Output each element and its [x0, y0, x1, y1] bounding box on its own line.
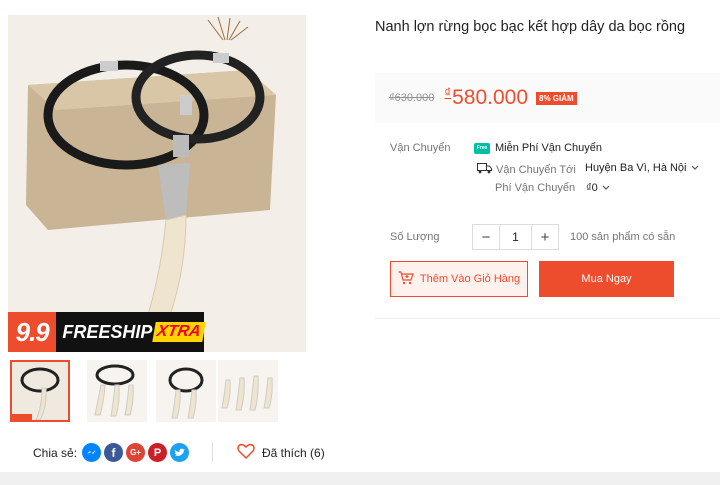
truck-icon	[477, 162, 492, 177]
thumbnail-4[interactable]	[218, 360, 278, 422]
share-row: Chia sẻ: f G+ P	[33, 443, 192, 462]
twitter-icon[interactable]	[170, 443, 190, 462]
shipping-label: Vận Chuyển	[390, 142, 451, 154]
divider	[375, 318, 720, 319]
increase-button[interactable]: +	[532, 225, 558, 249]
add-to-cart-label: Thêm Vào Giỏ Hàng	[419, 273, 521, 285]
promo-banner: 9.9 FREESHIP XTRA	[8, 312, 206, 352]
price-box: ₫630.000 ₫ 580.000 8% GIẢM	[375, 73, 720, 123]
shipping-fee-label: Phí Vận Chuyển	[495, 182, 576, 194]
share-divider	[212, 442, 213, 462]
product-photo	[8, 15, 306, 352]
heart-icon	[237, 443, 255, 462]
decrease-button[interactable]: −	[473, 225, 499, 249]
promo-number: 9.9	[8, 312, 57, 352]
shipping-fee-value: ₫0	[586, 182, 598, 194]
promo-text: FREESHIP	[62, 321, 153, 342]
buy-now-button[interactable]: Mua Ngay	[539, 261, 674, 297]
share-label: Chia sẻ:	[33, 445, 78, 460]
quantity-stepper: − 1 +	[472, 224, 559, 250]
free-shipping-icon: Free	[474, 142, 490, 154]
chevron-down-icon	[691, 162, 699, 174]
ship-to-selector[interactable]: Huyện Ba Vì, Hà Nội	[585, 162, 699, 174]
ship-to-row: Vận Chuyển Tới	[477, 162, 576, 177]
quantity-input[interactable]: 1	[499, 225, 532, 249]
cart-add-icon	[398, 270, 414, 288]
old-price: ₫630.000	[389, 92, 435, 104]
ship-to-value: Huyện Ba Vì, Hà Nội	[585, 162, 687, 174]
messenger-icon[interactable]	[82, 443, 102, 462]
pinterest-icon[interactable]: P	[148, 443, 168, 462]
shipping-fee-selector[interactable]: ₫0	[586, 182, 610, 194]
like-button[interactable]: Đã thích (6)	[237, 443, 325, 462]
product-title: Nanh lợn rừng bọc bạc kết hợp dây da bọc…	[375, 19, 686, 35]
thumbnail-2[interactable]	[87, 360, 147, 422]
promo-xtra: XTRA	[152, 322, 206, 342]
current-price: ₫ 580.000	[444, 85, 529, 110]
google-plus-icon[interactable]: G+	[126, 443, 146, 462]
free-shipping-row: Free Miễn Phí Vận Chuyển	[474, 142, 602, 154]
product-page: 9.9 FREESHIP XTRA Chia sẻ: f G+ P Đã thí…	[0, 0, 720, 472]
chevron-down-icon	[602, 182, 610, 194]
discount-badge: 8% GIẢM	[536, 91, 577, 105]
page-bottom-band	[0, 472, 720, 485]
facebook-icon[interactable]: f	[104, 443, 124, 462]
ship-to-label: Vận Chuyển Tới	[496, 163, 576, 176]
like-count: Đã thích (6)	[262, 445, 325, 460]
price-value: 580.000	[452, 86, 529, 109]
currency-symbol: ₫	[444, 85, 452, 100]
thumbnail-3[interactable]	[156, 360, 216, 422]
free-shipping-text: Miễn Phí Vận Chuyển	[495, 142, 603, 154]
thumbnail-1[interactable]	[10, 360, 70, 422]
thumbnail-strip	[10, 360, 310, 423]
main-product-image[interactable]: 9.9 FREESHIP XTRA	[8, 15, 306, 352]
add-to-cart-button[interactable]: Thêm Vào Giỏ Hàng	[390, 261, 528, 297]
stock-text: 100 sản phẩm có sẵn	[570, 231, 676, 243]
quantity-label: Số Lượng	[390, 231, 440, 243]
